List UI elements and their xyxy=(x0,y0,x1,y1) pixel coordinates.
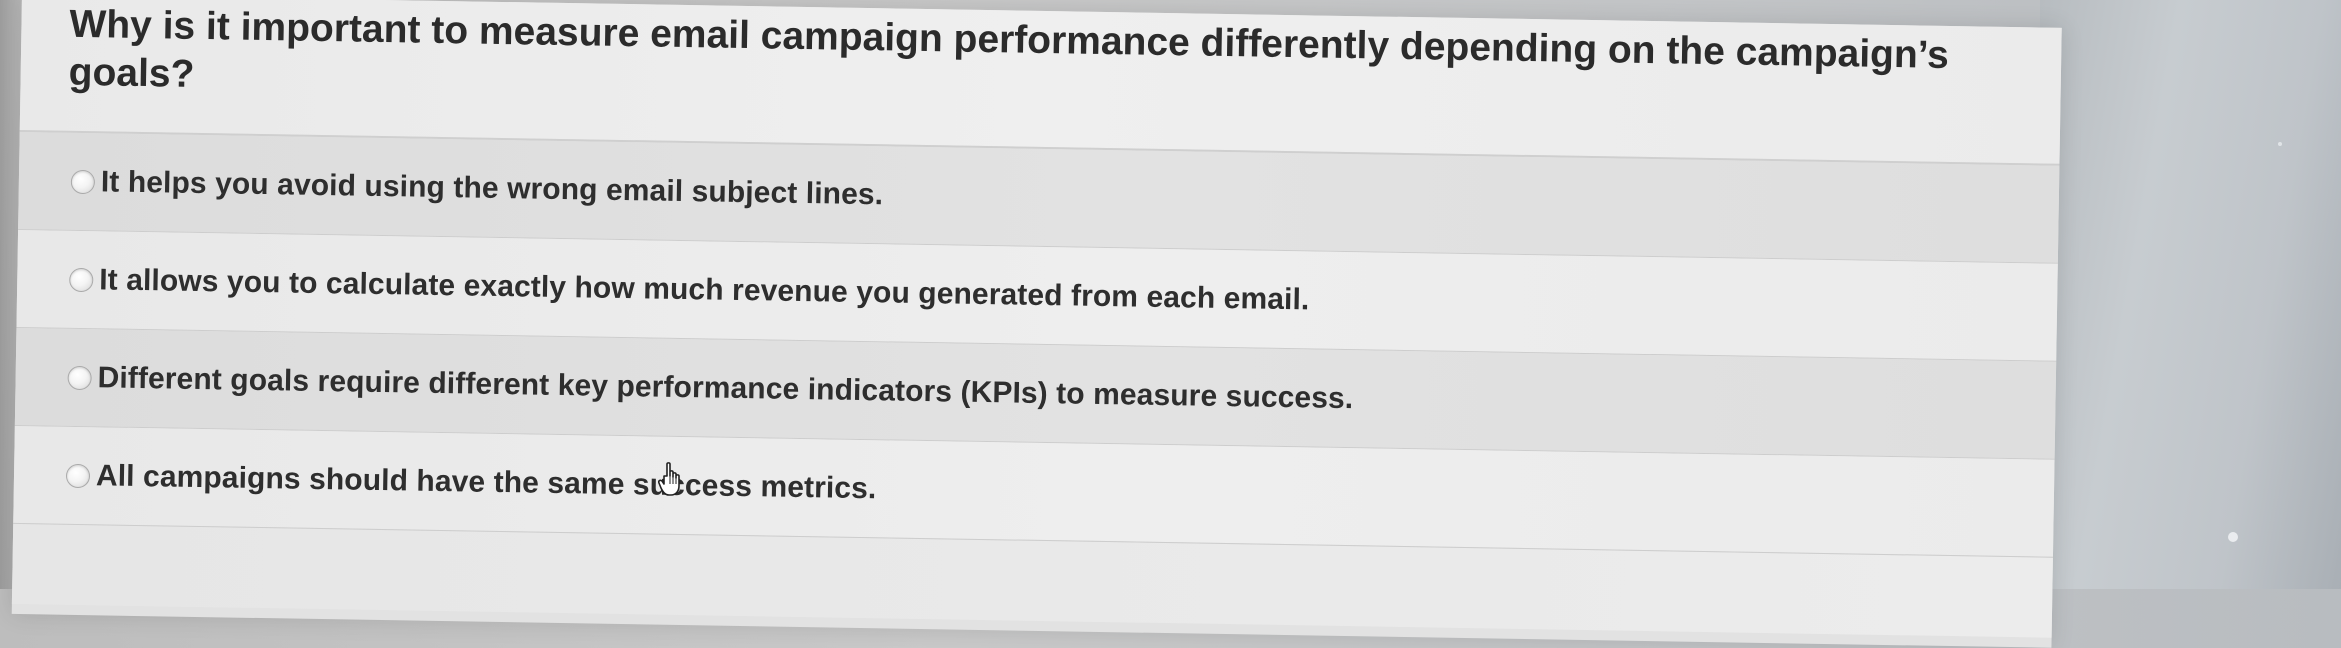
light-reflection xyxy=(2228,532,2238,542)
radio-button[interactable] xyxy=(69,267,94,292)
answer-option-label: Different goals require different key pe… xyxy=(97,360,1354,415)
quiz-question-card: Why is it important to measure email cam… xyxy=(11,0,2062,648)
answer-option-label: It helps you avoid using the wrong email… xyxy=(100,164,884,211)
light-reflection-small xyxy=(2278,142,2282,146)
answer-option-label: It allows you to calculate exactly how m… xyxy=(99,262,1310,316)
photo-background-right xyxy=(2040,0,2341,589)
answer-options: It helps you avoid using the wrong email… xyxy=(13,131,2060,558)
radio-button[interactable] xyxy=(70,169,96,194)
radio-button[interactable] xyxy=(67,365,92,390)
question-text: Why is it important to measure email cam… xyxy=(68,2,1950,96)
answer-option-label: All campaigns should have the same succe… xyxy=(95,458,877,505)
hand-pointer-cursor-icon xyxy=(658,462,680,496)
radio-button[interactable] xyxy=(65,463,91,488)
